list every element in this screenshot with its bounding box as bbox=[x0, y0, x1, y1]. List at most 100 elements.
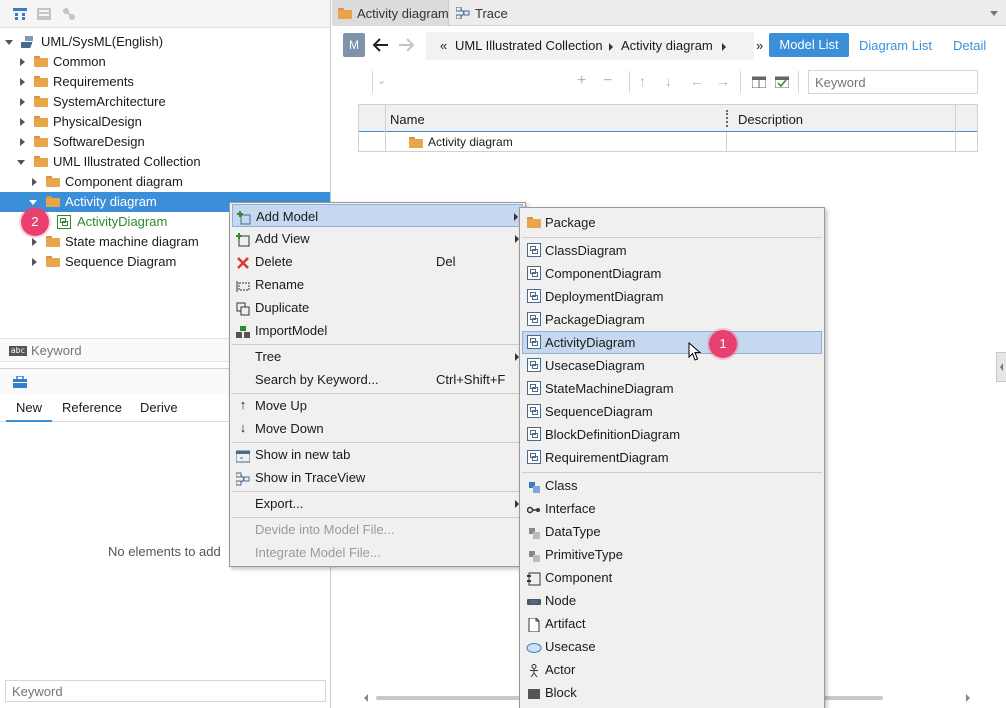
table-cell-name[interactable]: Activity diagram bbox=[428, 135, 513, 149]
tab-trace[interactable]: Trace bbox=[450, 0, 520, 26]
tree-item-physical-design[interactable]: PhysicalDesign bbox=[0, 112, 330, 132]
side-panel-handle[interactable] bbox=[996, 352, 1006, 382]
expand-icon[interactable] bbox=[32, 178, 37, 186]
menu-item-rename[interactable]: Rename bbox=[232, 273, 523, 296]
artifact-icon bbox=[527, 616, 541, 633]
move-right-icon[interactable]: → bbox=[716, 73, 730, 89]
menu-item-show-in-new-tab[interactable]: Show in new tab bbox=[232, 443, 523, 466]
breadcrumb-separator-icon[interactable] bbox=[722, 43, 726, 51]
table-check-icon[interactable] bbox=[774, 75, 790, 89]
table-row[interactable]: Activity diagram bbox=[359, 132, 977, 152]
menu-item-add-model[interactable]: Add Model bbox=[232, 204, 523, 227]
tree-item-requirements[interactable]: Requirements bbox=[0, 72, 330, 92]
collapse-icon[interactable] bbox=[5, 40, 13, 45]
collapse-icon[interactable] bbox=[29, 200, 37, 205]
tree-item-common[interactable]: Common bbox=[0, 52, 330, 72]
menu-item-label: Add View bbox=[255, 231, 310, 246]
scroll-left-icon[interactable] bbox=[364, 694, 368, 702]
add-icon[interactable]: + bbox=[577, 73, 586, 89]
tab-derive[interactable]: Derive bbox=[140, 396, 178, 422]
bottom-keyword-input[interactable] bbox=[5, 680, 326, 702]
tree-item-component-diagram[interactable]: Component diagram bbox=[0, 172, 330, 192]
column-header-name[interactable]: Name bbox=[390, 112, 425, 127]
menu-item-shortcut: Del bbox=[436, 254, 456, 269]
submenu-item-block-definition-diagram[interactable]: BlockDefinitionDiagram bbox=[522, 423, 822, 446]
submenu-item-package-diagram[interactable]: PackageDiagram bbox=[522, 308, 822, 331]
submenu-item-actor[interactable]: Actor bbox=[522, 658, 822, 681]
expand-icon[interactable] bbox=[20, 58, 25, 66]
breadcrumb-prefix[interactable]: « bbox=[440, 32, 447, 60]
column-header-description[interactable]: Description bbox=[738, 112, 803, 127]
expand-icon[interactable] bbox=[20, 118, 25, 126]
breadcrumb-item-activity[interactable]: Activity diagram bbox=[621, 32, 713, 60]
submenu-item-artifact[interactable]: Artifact bbox=[522, 612, 822, 635]
toolbox-icon[interactable] bbox=[13, 375, 27, 388]
breadcrumb-more[interactable]: » bbox=[756, 38, 763, 53]
expand-icon[interactable] bbox=[32, 238, 37, 246]
tree-item-software-design[interactable]: SoftwareDesign bbox=[0, 132, 330, 152]
dropdown-chevron-icon[interactable]: ⌄ bbox=[377, 74, 386, 87]
forward-arrow-icon[interactable] bbox=[397, 36, 415, 54]
expand-icon[interactable] bbox=[20, 78, 25, 86]
move-left-icon[interactable]: ← bbox=[690, 73, 704, 89]
model-mode-button[interactable]: M bbox=[343, 33, 365, 57]
tree-item-uml-illustrated-collection[interactable]: UML Illustrated Collection bbox=[0, 152, 330, 172]
menu-item-delete[interactable]: Delete Del bbox=[232, 250, 523, 273]
collapse-icon[interactable] bbox=[17, 160, 25, 165]
submenu-item-primitive-type[interactable]: PrimitiveType bbox=[522, 543, 822, 566]
diagram-list-button[interactable]: Diagram List bbox=[859, 38, 932, 53]
menu-item-export[interactable]: Export... bbox=[232, 492, 523, 515]
tab-reference[interactable]: Reference bbox=[62, 396, 122, 422]
tab-overflow-chevron-icon[interactable] bbox=[990, 11, 998, 16]
abc-filter-icon[interactable]: abc bbox=[9, 346, 27, 356]
remove-icon[interactable]: − bbox=[603, 73, 612, 89]
tree-root[interactable]: UML/SysML(English) bbox=[0, 32, 330, 52]
expand-icon[interactable] bbox=[32, 258, 37, 266]
submenu-item-sequence-diagram[interactable]: SequenceDiagram bbox=[522, 400, 822, 423]
submenu-item-state-machine-diagram[interactable]: StateMachineDiagram bbox=[522, 377, 822, 400]
submenu-item-datatype[interactable]: DataType bbox=[522, 520, 822, 543]
submenu-item-component[interactable]: Component bbox=[522, 566, 822, 589]
menu-item-move-down[interactable]: ↓ Move Down bbox=[232, 417, 523, 440]
menu-item-duplicate[interactable]: Duplicate bbox=[232, 296, 523, 319]
tab-activity-diagram[interactable]: Activity diagram bbox=[332, 0, 449, 26]
table-settings-icon[interactable] bbox=[751, 75, 767, 89]
breadcrumb-item-uml[interactable]: UML Illustrated Collection bbox=[455, 32, 603, 60]
menu-item-import-model[interactable]: ImportModel bbox=[232, 319, 523, 342]
list-view-icon[interactable] bbox=[37, 8, 51, 20]
submenu-item-block[interactable]: Block bbox=[522, 681, 822, 704]
move-up-icon[interactable]: ↑ bbox=[639, 73, 646, 89]
tab-new[interactable]: New bbox=[6, 396, 52, 422]
column-resize-handle[interactable] bbox=[726, 110, 728, 127]
menu-item-add-view[interactable]: Add View bbox=[232, 227, 523, 250]
tree-keyword-input[interactable] bbox=[31, 341, 231, 360]
submenu-item-interface[interactable]: Interface bbox=[522, 497, 822, 520]
menu-item-search-by-keyword[interactable]: Search by Keyword... Ctrl+Shift+F bbox=[232, 368, 523, 391]
submenu-item-deployment-diagram[interactable]: DeploymentDiagram bbox=[522, 285, 822, 308]
submenu-item-component-diagram[interactable]: ComponentDiagram bbox=[522, 262, 822, 285]
breadcrumb-separator-icon[interactable] bbox=[609, 43, 613, 51]
move-down-icon[interactable]: ↓ bbox=[665, 73, 672, 89]
submenu-item-usecase-diagram[interactable]: UsecaseDiagram bbox=[522, 354, 822, 377]
submenu-item-node[interactable]: Node bbox=[522, 589, 822, 612]
submenu-item-class-diagram[interactable]: ClassDiagram bbox=[522, 239, 822, 262]
menu-item-move-up[interactable]: ↑ Move Up bbox=[232, 394, 523, 417]
scroll-right-icon[interactable] bbox=[966, 694, 970, 702]
tree-item-system-architecture[interactable]: SystemArchitecture bbox=[0, 92, 330, 112]
submenu-item-class[interactable]: Class bbox=[522, 474, 822, 497]
tree-view-icon[interactable] bbox=[13, 8, 27, 20]
expand-icon[interactable] bbox=[20, 138, 25, 146]
menu-item-tree[interactable]: Tree bbox=[232, 345, 523, 368]
submenu-item-package[interactable]: Package bbox=[522, 211, 822, 234]
submenu-item-activity-diagram[interactable]: ActivityDiagram bbox=[522, 331, 822, 354]
menu-item-show-in-traceview[interactable]: Show in TraceView bbox=[232, 466, 523, 489]
back-arrow-icon[interactable] bbox=[372, 36, 390, 54]
expand-icon[interactable] bbox=[20, 98, 25, 106]
submenu-item-requirement-diagram[interactable]: RequirementDiagram bbox=[522, 446, 822, 469]
class-diagram-icon bbox=[527, 243, 541, 257]
model-list-button[interactable]: Model List bbox=[769, 33, 849, 57]
detail-button[interactable]: Detail bbox=[953, 38, 986, 53]
list-keyword-input[interactable] bbox=[808, 70, 978, 94]
submenu-item-usecase[interactable]: Usecase bbox=[522, 635, 822, 658]
relation-view-icon[interactable] bbox=[62, 7, 76, 21]
